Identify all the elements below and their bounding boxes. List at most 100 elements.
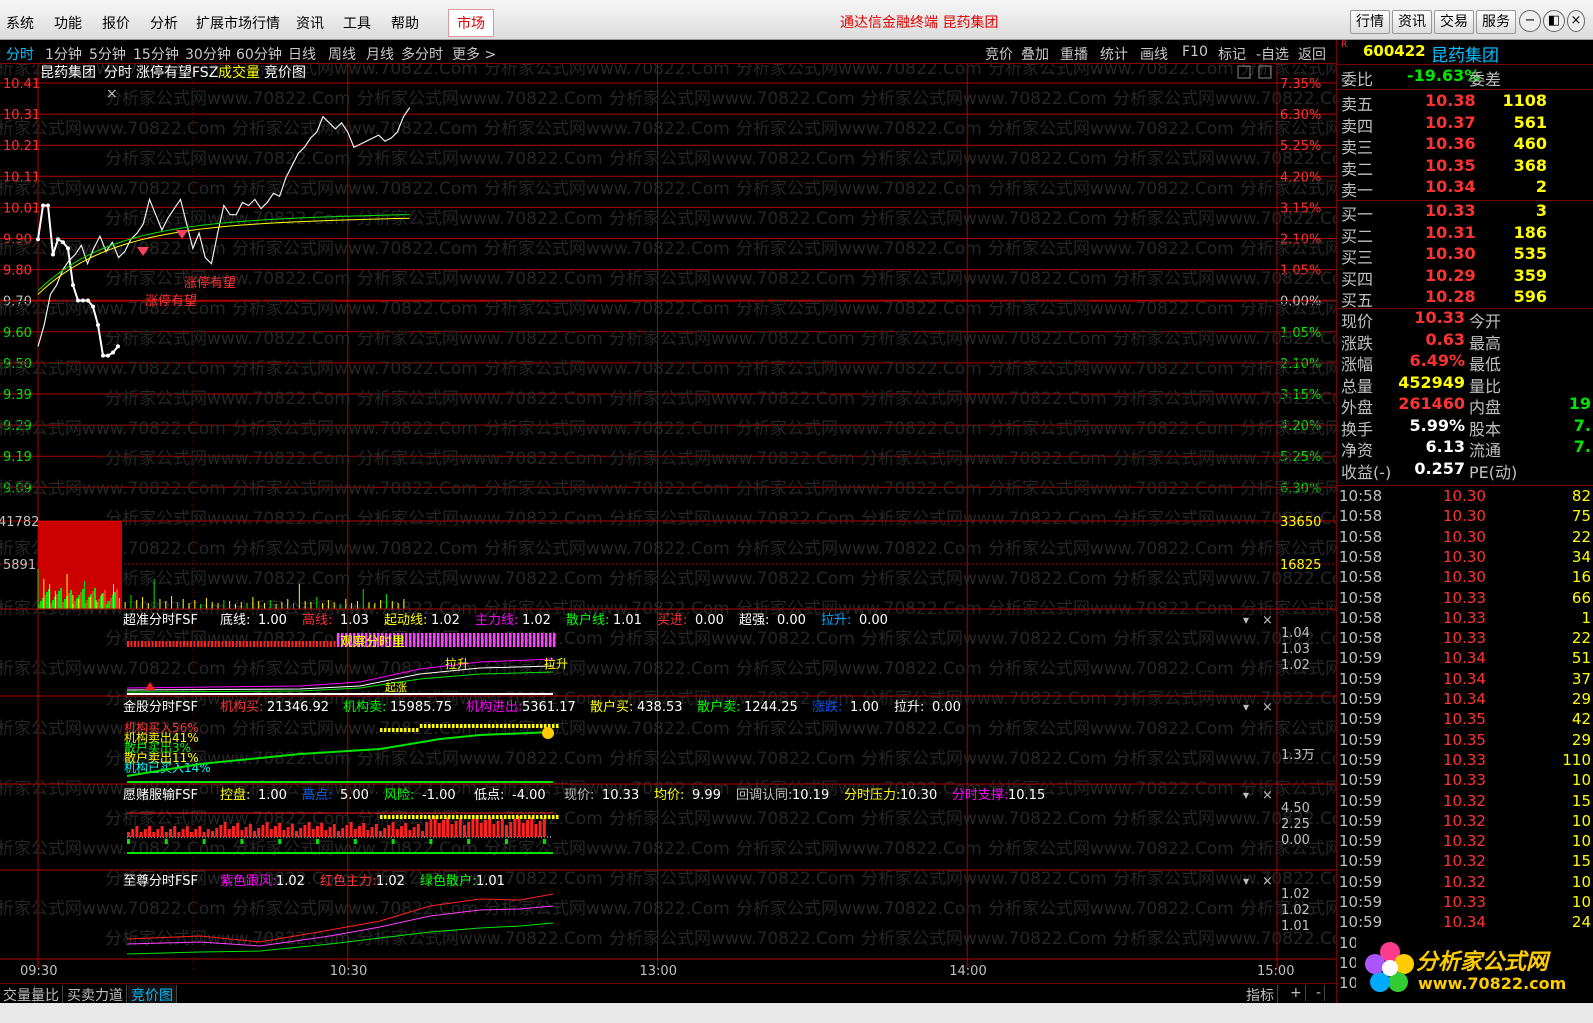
panel-item-value: 10.15 [1008, 788, 1045, 803]
panel-close-icon[interactable]: × [1262, 874, 1273, 889]
tool-button[interactable]: F10 [1182, 44, 1208, 60]
top-button[interactable]: 资讯 [1392, 10, 1432, 34]
period-tab[interactable]: 5分钟 [89, 44, 126, 64]
status-button[interactable]: - [1313, 985, 1326, 1001]
tool-button[interactable]: 叠加 [1021, 44, 1049, 64]
p3-red-bar [341, 828, 345, 837]
tool-button[interactable]: 重播 [1060, 44, 1088, 64]
panel-title[interactable]: 金股分时FSF [123, 699, 198, 715]
status-tab[interactable]: 量比 [28, 985, 63, 1005]
legend-vol[interactable]: 成交量 [218, 64, 260, 81]
watermark-text: 分析家公式网www.70822.Com [0, 179, 226, 199]
period-tab[interactable]: 多分时 [401, 44, 443, 64]
status-button[interactable]: + [1287, 985, 1306, 1001]
p1-red-bar [309, 641, 311, 647]
p1-magenta-bar [485, 633, 488, 647]
menu-item[interactable]: 报价 [102, 13, 130, 33]
watermark-text: 分析家公式网www.70822.Com [988, 299, 1234, 319]
period-tab[interactable]: 60分钟 [236, 44, 282, 64]
tool-button[interactable]: 标记 [1218, 44, 1246, 64]
sell-label: 卖二 [1341, 159, 1374, 179]
p1-red-bar [235, 641, 238, 647]
menu-item[interactable]: 扩展市场行情 [196, 13, 280, 33]
p1-red-bar [253, 641, 255, 647]
tick-price: 10.32 [1443, 832, 1486, 851]
watermark-text: 分析家公式网www.70822.Com [609, 269, 855, 289]
panel-dropdown-icon[interactable]: ▾ [1243, 788, 1249, 802]
period-tab[interactable]: 月线 [366, 44, 394, 64]
legend-ind[interactable]: 涨停有望FSZ [136, 64, 218, 81]
p1-red-bar [193, 641, 196, 647]
close-icon[interactable]: × [1567, 10, 1585, 32]
p3-red-bar [269, 829, 273, 837]
menu-item[interactable]: 资讯 [296, 13, 324, 33]
period-tab[interactable]: 30分钟 [185, 44, 231, 64]
tool-button[interactable]: -自选 [1256, 44, 1289, 64]
panel-dropdown-icon[interactable]: ▾ [1243, 613, 1249, 627]
watermark-text: 分析家公式网www.70822.Com [105, 389, 351, 409]
watermark-text: 分析家公式网www.70822.Com [484, 719, 730, 739]
watermark-text: 分析家公式网www.70822.Com [861, 329, 1107, 349]
legend-auction[interactable]: 竞价图 [264, 64, 306, 81]
status-tab[interactable]: 买卖力道 [64, 985, 127, 1005]
legend-mode[interactable]: 分时 [104, 65, 132, 81]
tick-volume: 16 [1571, 568, 1591, 587]
menu-item[interactable]: 帮助 [391, 13, 419, 33]
watermark-text: 分析家公式网www.70822.Com [861, 749, 1107, 769]
tool-button[interactable]: 画线 [1140, 44, 1168, 64]
app-title: 通达信金融终端 昆药集团 [840, 15, 999, 31]
tool-button[interactable]: 返回 [1298, 44, 1326, 64]
panel-title[interactable]: 至尊分时FSF [123, 873, 198, 889]
p1-label: 观察分时里 [340, 635, 405, 650]
legend-stock[interactable]: 昆药集团 [40, 64, 96, 81]
top-button[interactable]: 行情 [1350, 10, 1390, 34]
watermark-text: 分析家公式网www.70822.Com [1240, 119, 1336, 139]
menu-item[interactable]: 系统 [6, 13, 34, 33]
p3-red-bar [152, 832, 156, 837]
panel-dropdown-icon[interactable]: ▾ [1243, 874, 1249, 888]
auction-volume-bar [64, 599, 66, 609]
p3-yellow-dot [436, 815, 439, 819]
p3-green-bar [278, 839, 282, 844]
panel-close-icon[interactable]: × [1262, 700, 1273, 715]
status-tab[interactable]: 竞价图 [128, 985, 177, 1005]
stat-value-2: 19 [1568, 394, 1591, 413]
margin-badge: R [1341, 40, 1348, 50]
menu-market[interactable]: 市场 [448, 9, 494, 37]
watermark-text: 分析家公式网www.70822.Com [736, 899, 982, 919]
panel-title[interactable]: 超准分时FSF [123, 613, 198, 628]
tool-button[interactable]: 统计 [1100, 44, 1128, 64]
close-icon[interactable]: × [106, 86, 118, 102]
restore-icon[interactable]: ◧ [1543, 10, 1565, 32]
period-tab[interactable]: 周线 [328, 44, 356, 64]
panel-dropdown-icon[interactable]: ▾ [1243, 700, 1249, 714]
p3-yellow-dot [408, 815, 411, 819]
watermark-text: 分析家公式网www.70822.Com [232, 659, 478, 679]
p3-green-bar [353, 839, 357, 844]
tool-button[interactable]: 竞价 [985, 44, 1013, 64]
period-tab[interactable]: 更多 > [452, 44, 496, 64]
period-tab[interactable]: 日线 [288, 44, 316, 64]
panel-close-icon[interactable]: × [1262, 613, 1273, 628]
watermark-text: 分析家公式网www.70822.Com [988, 359, 1234, 379]
menu-item[interactable]: 功能 [54, 13, 82, 33]
watermark-text: 分析家公式网www.70822.Com [0, 479, 226, 499]
period-tab[interactable]: 分时 [6, 44, 34, 64]
menu-item[interactable]: 工具 [343, 13, 371, 33]
tick-price: 10.33 [1443, 629, 1486, 648]
panel-item-label: 超强: [739, 613, 769, 628]
minimize-icon[interactable]: − [1519, 10, 1541, 32]
status-button[interactable]: 指标 [1243, 985, 1278, 1005]
top-button[interactable]: 服务 [1476, 10, 1516, 34]
p1-magenta-bar [433, 633, 436, 647]
panel-close-icon[interactable]: × [1262, 788, 1273, 803]
period-tab[interactable]: 1分钟 [45, 44, 82, 64]
top-button[interactable]: 交易 [1434, 10, 1474, 34]
panel-title[interactable]: 愿赌服输FSF [123, 787, 198, 803]
chart-area[interactable]: 10.41 7.35%10.31 6.30%10.21 5.25%10.11 4.20%… [0, 64, 1336, 983]
menu-item[interactable]: 分析 [150, 13, 178, 33]
buy-volume: 596 [1513, 287, 1547, 306]
period-tab[interactable]: 15分钟 [133, 44, 179, 64]
tick-price: 10.33 [1443, 893, 1486, 911]
quote-panel: 600422 昆药集团 R 委比 -19.63% 委差 卖五 10.38 1108 卖四 10.37… [1336, 40, 1593, 1003]
